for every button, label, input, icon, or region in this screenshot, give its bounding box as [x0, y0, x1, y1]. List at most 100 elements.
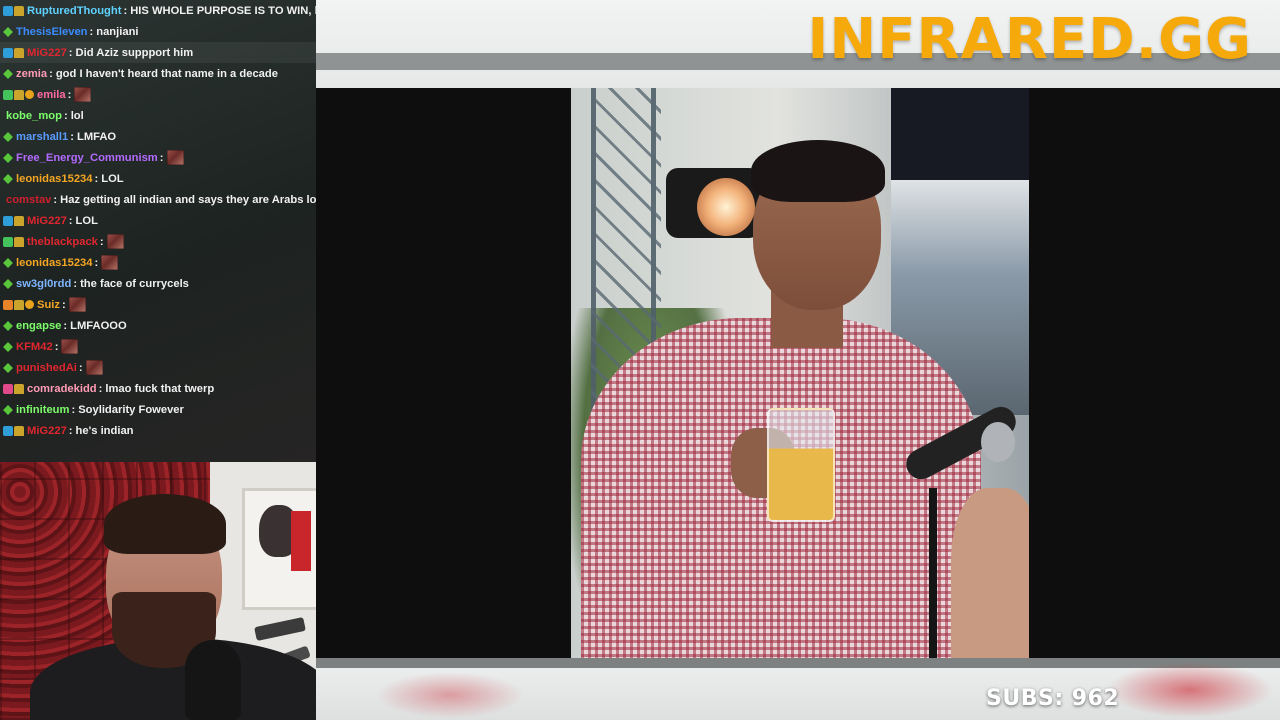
chat-badge-icon — [3, 320, 13, 331]
chat-message: leonidas15234: LOL — [0, 168, 316, 189]
chat-username[interactable]: emila — [37, 89, 66, 101]
chat-username[interactable]: leonidas15234 — [16, 257, 93, 269]
chat-username[interactable]: leonidas15234 — [16, 173, 93, 185]
chat-colon: : — [67, 88, 72, 101]
chat-username[interactable]: KFM42 — [16, 341, 53, 353]
chat-panel[interactable]: RupturedThought: HIS WHOLE PURPOSE IS TO … — [0, 0, 316, 462]
chat-username[interactable]: infiniteum — [16, 404, 69, 416]
chat-badge-icon — [3, 5, 13, 16]
chat-username[interactable]: Free_Energy_Communism — [16, 152, 158, 164]
chat-badge-icon — [3, 404, 13, 415]
chat-badge-icon — [3, 47, 13, 58]
chat-username[interactable]: comstav — [6, 194, 51, 206]
chat-text: LOL — [75, 214, 98, 227]
chat-badges — [3, 404, 13, 415]
chat-emote-icon — [85, 360, 103, 375]
chat-username[interactable]: kobe_mop — [6, 110, 62, 122]
chat-badge-icon — [14, 89, 24, 100]
chat-text: lmao fuck that twerp — [105, 382, 215, 395]
chat-colon: : — [68, 424, 73, 437]
chat-colon: : — [70, 130, 74, 143]
chat-message: theblackpack: — [0, 231, 316, 252]
chat-colon: : — [78, 361, 83, 374]
chat-username[interactable]: MiG227 — [27, 425, 67, 437]
red-splatter-right — [1100, 660, 1280, 720]
streamer-microphone — [185, 640, 241, 720]
chat-badges — [3, 152, 13, 163]
chat-badge-icon — [25, 299, 34, 309]
chat-username[interactable]: zemia — [16, 68, 47, 80]
chat-colon: : — [94, 172, 99, 185]
chat-message: leonidas15234: — [0, 252, 316, 273]
chat-badge-icon — [3, 26, 13, 37]
chat-colon: : — [89, 25, 94, 38]
chat-emote-icon — [101, 255, 119, 270]
chat-text: lol — [70, 109, 84, 122]
chat-message: sw3gl0rdd: the face of currycels — [0, 273, 316, 294]
chat-message: MiG227: he's indian — [0, 420, 316, 441]
chat-emote-icon — [106, 234, 124, 249]
chat-text: LOL — [101, 172, 124, 185]
chat-colon: : — [53, 193, 58, 206]
chat-badges — [3, 278, 13, 289]
chat-badge-icon — [3, 215, 13, 226]
chat-text: nanjiani — [96, 25, 139, 38]
chat-username[interactable]: theblackpack — [27, 236, 98, 248]
chat-message: Free_Energy_Communism: — [0, 147, 316, 168]
chat-badges — [3, 236, 24, 247]
chat-message: MiG227: LOL — [0, 210, 316, 231]
chat-colon: : — [68, 46, 73, 59]
chat-username[interactable]: MiG227 — [27, 47, 67, 59]
brand-logo-text: INFRARED.GG — [807, 7, 1252, 72]
subs-counter: SUBS: 962 — [986, 686, 1120, 711]
chat-message: punishedAi: — [0, 357, 316, 378]
chat-badges — [3, 257, 13, 268]
chat-username[interactable]: punishedAi — [16, 362, 77, 374]
chat-colon: : — [62, 298, 66, 311]
chat-username[interactable]: marshall1 — [16, 131, 68, 143]
chat-badges — [3, 173, 13, 184]
chat-username[interactable]: RupturedThought — [27, 5, 121, 17]
chat-colon: : — [94, 256, 99, 269]
chat-message: KFM42: — [0, 336, 316, 357]
chat-badge-icon — [3, 362, 13, 373]
chat-message: MiG227: Did Aziz suppport him — [0, 42, 316, 63]
chat-emote-icon — [166, 150, 184, 165]
chat-colon: : — [73, 277, 78, 290]
chat-badges — [3, 425, 24, 436]
webcam-poster — [242, 488, 316, 610]
chat-badge-icon — [3, 383, 13, 394]
chat-badge-icon — [3, 341, 13, 352]
chat-username[interactable]: comradekidd — [27, 383, 97, 395]
chat-emote-icon — [61, 339, 79, 354]
photo-dark-ceiling — [891, 88, 1029, 180]
chat-message: kobe_mop: lol — [0, 105, 316, 126]
chat-text: HIS WHOLE PURPOSE IS TO WIN, he's — [130, 4, 316, 17]
chat-badges — [3, 320, 13, 331]
chat-badges — [3, 299, 34, 310]
chat-username[interactable]: sw3gl0rdd — [16, 278, 71, 290]
photo-mic-head — [981, 422, 1015, 462]
chat-colon: : — [123, 4, 128, 17]
chat-username[interactable]: engapse — [16, 320, 61, 332]
chat-badges — [3, 5, 24, 16]
chat-username[interactable]: MiG227 — [27, 215, 67, 227]
chat-badge-icon — [14, 47, 24, 58]
photo-mic-stand — [929, 488, 937, 658]
chat-badge-icon — [3, 152, 13, 163]
chat-message: zemia: god I haven't heard that name in a… — [0, 63, 316, 84]
webcam-feed — [0, 462, 316, 720]
chat-username[interactable]: Suiz — [37, 299, 60, 311]
chat-emote-icon — [74, 87, 92, 102]
chat-colon: : — [71, 403, 76, 416]
chat-badge-icon — [14, 383, 24, 394]
streamer-hair — [104, 494, 226, 554]
chat-colon: : — [99, 235, 104, 248]
chat-text: LMFAO — [76, 130, 117, 143]
chat-message: ThesisEleven: nanjiani — [0, 21, 316, 42]
chat-username[interactable]: ThesisEleven — [16, 26, 88, 38]
chat-badge-icon — [3, 173, 13, 184]
chat-text: Soylidarity Fowever — [78, 403, 184, 416]
chat-colon: : — [63, 319, 68, 332]
chat-badges — [3, 47, 24, 58]
